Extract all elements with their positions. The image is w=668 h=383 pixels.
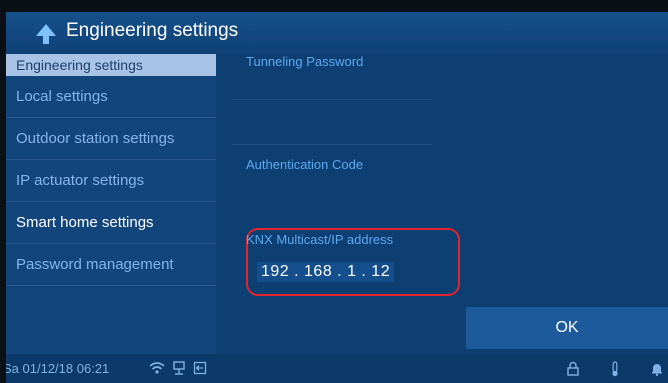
thermometer-icon xyxy=(610,361,620,380)
sidebar-item-local-settings[interactable]: Local settings xyxy=(6,76,216,118)
screen: Engineering settings Engineering setting… xyxy=(6,12,668,383)
sidebar-header: Engineering settings xyxy=(6,54,216,76)
ok-button[interactable]: OK xyxy=(466,307,668,349)
back-arrow-icon[interactable] xyxy=(34,22,58,46)
sidebar-item-smart-home-settings[interactable]: Smart home settings xyxy=(6,202,216,244)
sidebar-item-password-management[interactable]: Password management xyxy=(6,244,216,286)
network-icon xyxy=(172,361,186,378)
tunneling-password-label: Tunneling Password xyxy=(246,54,364,69)
wifi-icon xyxy=(149,361,165,378)
knx-ip-address-input[interactable]: 192 . 168 . 1 . 12 xyxy=(257,262,395,282)
auth-code-row[interactable]: Authentication Code xyxy=(232,99,432,172)
status-datetime: Sa 01/12/18 06:21 xyxy=(6,361,110,376)
sidebar-item-ip-actuator-settings[interactable]: IP actuator settings xyxy=(6,160,216,202)
lock-icon xyxy=(566,361,580,379)
status-bar: Sa 01/12/18 06:21 xyxy=(6,354,668,383)
sidebar: Engineering settings Local settings Outd… xyxy=(6,54,216,354)
page-title: Engineering settings xyxy=(66,20,239,41)
settings-content: Tunneling Password Authentication Code K… xyxy=(222,54,668,354)
exit-icon xyxy=(193,361,207,378)
tunneling-password-row[interactable]: Tunneling Password xyxy=(232,54,432,100)
bell-icon xyxy=(650,361,664,379)
knx-multicast-label: KNX Multicast/IP address xyxy=(246,232,394,247)
auth-code-label: Authentication Code xyxy=(246,157,364,172)
sidebar-item-outdoor-station-settings[interactable]: Outdoor station settings xyxy=(6,118,216,160)
title-bar: Engineering settings xyxy=(6,12,668,54)
